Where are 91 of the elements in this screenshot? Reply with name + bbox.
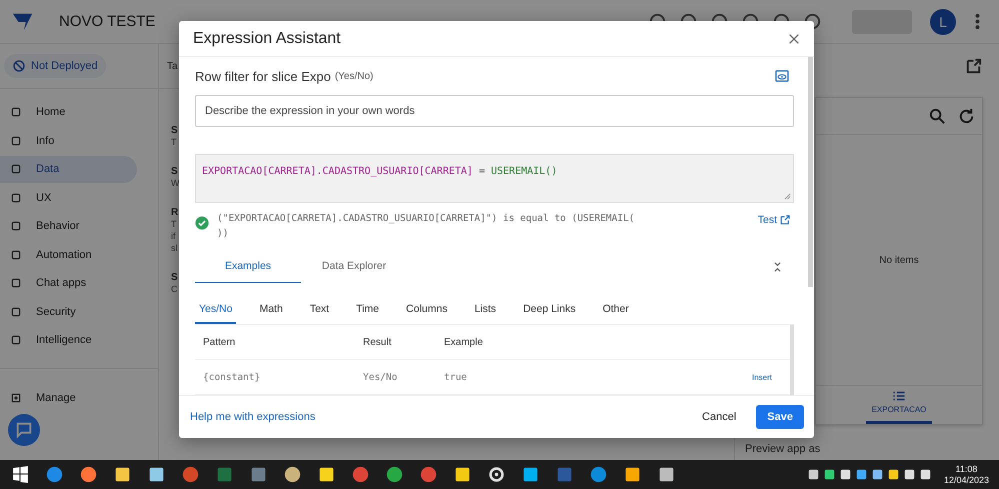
app-icon[interactable] [624, 466, 641, 483]
refresh-icon[interactable] [957, 106, 976, 126]
table-cell-text: Yes/No [363, 372, 398, 382]
section-text: C [171, 283, 178, 295]
expression-code: EXPORTACAO[CARRETA].CADASTRO_USUARIO[CARRETA] = USEREMAIL() [202, 166, 558, 178]
eye-icon[interactable] [775, 70, 789, 82]
nav-icon [10, 277, 22, 290]
tray-icon[interactable] [872, 469, 883, 480]
cancel-button[interactable]: Cancel [692, 405, 746, 429]
app-icon[interactable] [386, 466, 403, 483]
tray-icon[interactable] [856, 469, 867, 480]
nav-icon [10, 334, 22, 346]
table-cell-text: {constant} [203, 372, 262, 382]
category-tab[interactable]: Yes/No [195, 297, 236, 324]
insert-link[interactable]: Insert [752, 372, 772, 382]
section-title: S [171, 272, 178, 283]
tray-icon[interactable] [808, 469, 819, 480]
list-icon [892, 390, 906, 402]
section-text: T [171, 218, 178, 230]
open-external-icon [780, 215, 790, 226]
section-text: if [171, 230, 176, 242]
search-icon[interactable] [928, 106, 947, 126]
nav-item[interactable]: Security [0, 298, 137, 325]
expression-heading: Row filter for slice Expo [195, 68, 331, 84]
dialog-title: Expression Assistant [193, 30, 341, 48]
clock-time: 11:08 [956, 464, 978, 474]
tray-icon[interactable] [920, 469, 931, 480]
section-title: S [171, 125, 178, 136]
nav-item[interactable]: Intelligence [0, 327, 137, 354]
nav-icon [10, 134, 22, 147]
tray-icon[interactable] [840, 469, 851, 480]
nav-icon [10, 306, 22, 318]
logo-icon [12, 12, 34, 32]
close-icon[interactable] [788, 32, 800, 44]
nav-item[interactable]: UX [0, 184, 137, 211]
category-tab[interactable]: Other [598, 297, 633, 324]
category-tab[interactable]: Deep Links [519, 297, 580, 324]
section-text: W [171, 177, 180, 189]
not-allowed-icon [12, 59, 26, 73]
preview-as-label: Preview app as [745, 443, 822, 455]
resize-grip-icon[interactable] [784, 193, 791, 200]
nav-item[interactable]: Data [0, 156, 137, 182]
nav-icon [10, 106, 22, 118]
deploy-status-chip[interactable]: Not Deployed [4, 54, 106, 78]
nav-item[interactable]: Chat apps [0, 270, 137, 296]
empty-message: No items [879, 254, 919, 266]
nav-icon [10, 163, 22, 176]
column-header: Pattern [203, 336, 236, 348]
expression-explanation: ("EXPORTACAO[CARRETA].CADASTRO_USUARIO[CARRETA]") is equal to (USEREMAIL( )) [217, 212, 636, 242]
open-external-icon[interactable] [964, 56, 983, 76]
tray-icon[interactable] [824, 469, 835, 480]
save-button[interactable]: Save [756, 405, 804, 429]
column-header: Result [363, 336, 392, 348]
type-hint: (Yes/No) [334, 70, 374, 82]
category-tab[interactable]: Columns [402, 297, 452, 324]
app-title: NOVO TESTE [59, 13, 156, 30]
nav-item[interactable]: Behavior [0, 213, 137, 240]
test-link[interactable]: Test [758, 214, 790, 226]
table-cell-text: true [444, 372, 468, 382]
nav-icon [10, 220, 22, 232]
section-text: T [171, 136, 178, 148]
section-title: S [171, 166, 179, 177]
manage-icon [10, 392, 22, 404]
column-header: Example [444, 336, 484, 348]
panel-tab[interactable]: Ta [167, 60, 178, 72]
category-tab[interactable]: Text [306, 297, 334, 324]
windows-icon[interactable] [12, 466, 29, 483]
expression-editor[interactable]: EXPORTACAO[CARRETA].CADASTRO_USUARIO[CARRETA] = USEREMAIL() [195, 154, 794, 204]
description-field[interactable]: Describe the expression in your own words [195, 95, 794, 128]
nav-item[interactable]: Automation [0, 242, 137, 268]
section-text: sl [171, 242, 178, 254]
nav-icon [10, 248, 22, 261]
avatar[interactable]: L [930, 8, 956, 34]
collapse-icon[interactable] [773, 260, 782, 273]
category-tab[interactable]: Lists [470, 297, 500, 324]
tab[interactable]: Examples [195, 260, 301, 283]
tab[interactable]: Data Explorer [301, 260, 407, 283]
category-tab[interactable]: Time [352, 297, 384, 324]
help-link[interactable]: Help me with expressions [190, 411, 316, 423]
bottom-nav-tab[interactable]: EXPORTACAO [866, 386, 932, 424]
chat-button[interactable] [8, 414, 40, 446]
tray-icon[interactable] [888, 469, 899, 480]
nav-item[interactable]: Home [0, 99, 137, 126]
chat-icon [15, 421, 33, 439]
nav-item[interactable]: Info [0, 128, 137, 154]
category-tab[interactable]: Math [255, 297, 287, 324]
tray-icon[interactable] [904, 469, 915, 480]
nav-icon [10, 192, 22, 204]
section-title: R [171, 207, 178, 218]
clock-date: 12/04/2023 [944, 474, 989, 486]
nav-item[interactable]: Manage [0, 384, 137, 411]
